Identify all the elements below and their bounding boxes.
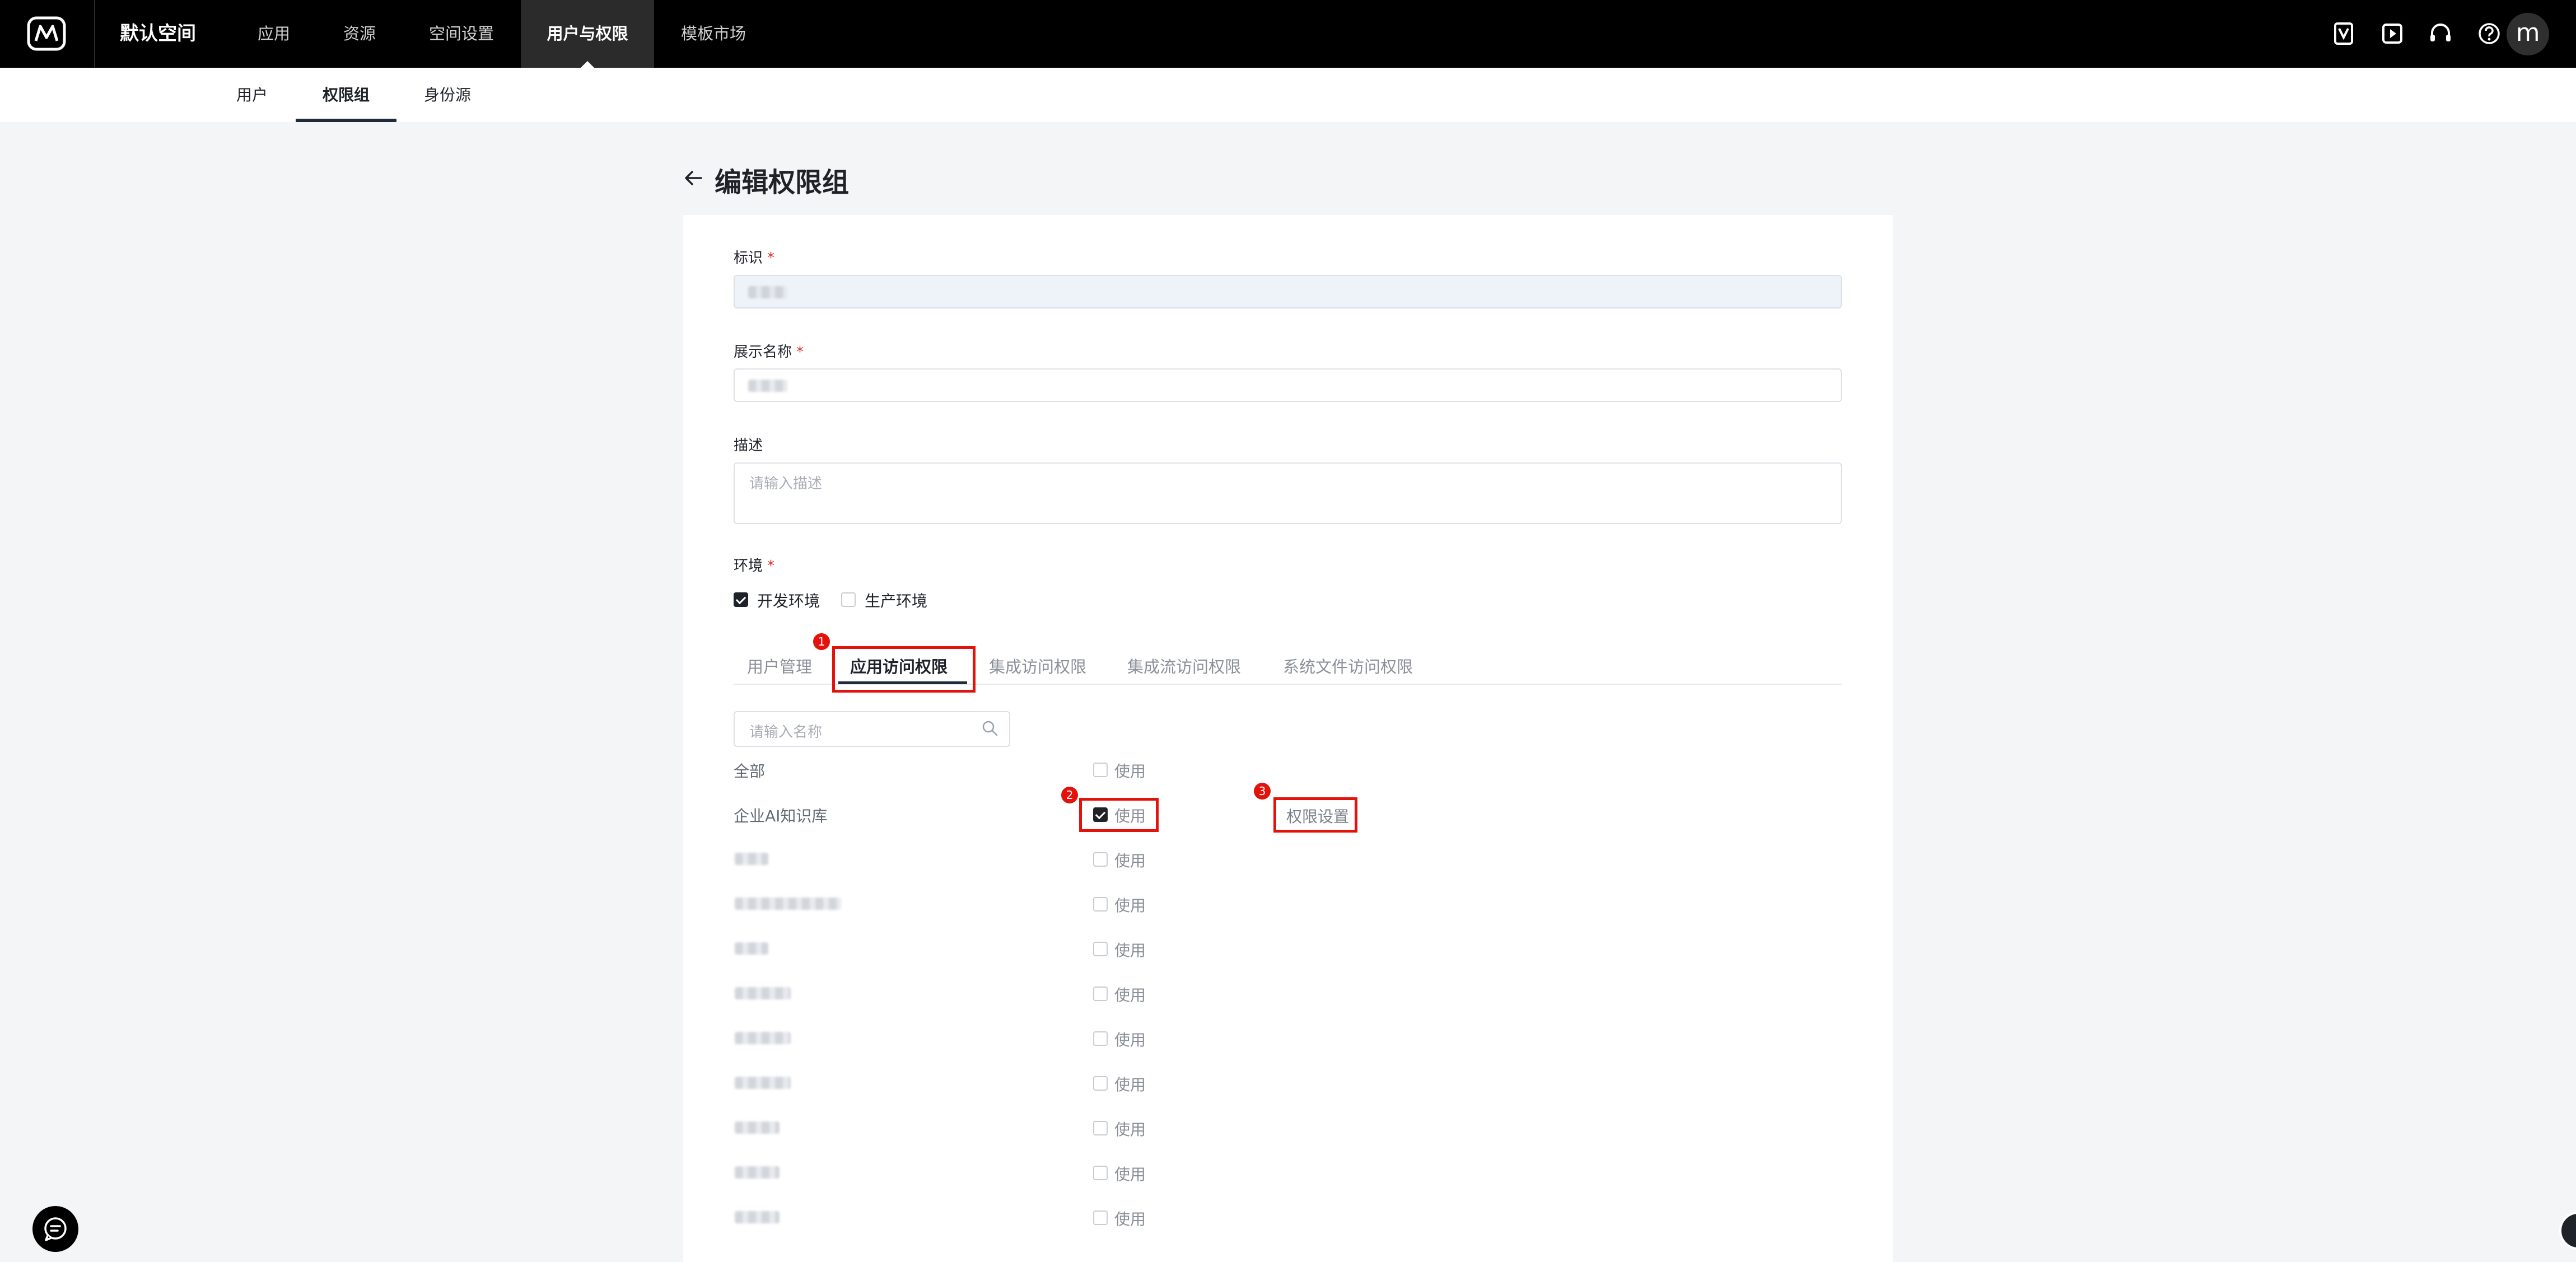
row-use-checkbox[interactable]	[1093, 897, 1108, 912]
user-avatar[interactable]: m	[2507, 13, 2549, 55]
subtab-users[interactable]: 用户	[235, 68, 269, 122]
display-name-label: 展示名称 *	[734, 340, 804, 361]
annotation-badge-1: 1	[813, 633, 830, 650]
row-all-use-label[interactable]: 使用	[1114, 759, 1146, 782]
display-name-input[interactable]	[734, 368, 1842, 402]
id-value-blurred	[748, 286, 787, 298]
app-search-placeholder: 请输入名称	[749, 724, 823, 741]
subtab-identity-sources[interactable]: 身份源	[423, 68, 472, 122]
search-icon[interactable]	[981, 719, 999, 737]
chat-bubble-icon	[44, 1217, 67, 1241]
annotation-badge-2: 2	[1061, 787, 1078, 803]
row-use-label[interactable]: 使用	[1114, 983, 1146, 1006]
logo-icon[interactable]	[27, 16, 66, 51]
nav-users-permissions-label: 用户与权限	[547, 24, 628, 43]
env-dev-label[interactable]: 开发环境	[757, 589, 820, 611]
blurred-row-name	[735, 942, 768, 955]
blurred-row-name	[735, 1211, 780, 1223]
side-assistant-button[interactable]	[2559, 1212, 2576, 1250]
env-dev-checkbox[interactable]	[734, 592, 748, 607]
id-label: 标识 *	[734, 246, 774, 267]
nav-users-permissions[interactable]: 用户与权限	[521, 0, 654, 68]
chat-button[interactable]	[32, 1206, 78, 1252]
help-icon[interactable]	[2476, 21, 2502, 46]
row-use-checkbox[interactable]	[1093, 1031, 1108, 1046]
required-mark: *	[767, 558, 775, 574]
id-label-text: 标识	[734, 250, 763, 267]
tab-integration-flow-access[interactable]: 集成流访问权限	[1127, 654, 1241, 677]
v-badge-icon[interactable]	[2331, 21, 2356, 46]
blurred-row-name	[735, 853, 768, 865]
row-use-label[interactable]: 使用	[1114, 1118, 1146, 1140]
description-placeholder: 请输入描述	[749, 475, 823, 492]
top-navbar: 默认空间 应用 资源 空间设置 用户与权限 模板市场 m	[0, 0, 2576, 68]
row-ai-kb-name: 企业AI知识库	[734, 807, 828, 825]
id-input	[734, 275, 1842, 309]
sub-navbar: 用户 权限组 身份源	[0, 68, 2576, 122]
env-label: 环境 *	[734, 554, 774, 575]
blurred-row-name	[735, 1032, 791, 1044]
subtab-permission-groups[interactable]: 权限组	[296, 68, 396, 122]
tab-system-file-access[interactable]: 系统文件访问权限	[1283, 654, 1413, 677]
nav-active-caret	[581, 61, 594, 68]
play-icon[interactable]	[2379, 21, 2405, 46]
blurred-row-name	[735, 1077, 791, 1089]
row-use-checkbox[interactable]	[1093, 942, 1108, 956]
back-arrow-icon[interactable]	[682, 167, 704, 189]
env-prod-checkbox[interactable]	[841, 592, 856, 607]
blurred-row-name	[735, 1121, 780, 1134]
nav-template-market[interactable]: 模板市场	[681, 0, 746, 68]
description-label: 描述	[734, 437, 763, 454]
blurred-row-name	[735, 1166, 780, 1179]
row-all-use-checkbox[interactable]	[1093, 763, 1108, 777]
row-use-label[interactable]: 使用	[1114, 1028, 1146, 1050]
blurred-row-name	[735, 898, 841, 910]
annotation-badge-3: 3	[1254, 783, 1271, 800]
annotation-box-3	[1273, 797, 1357, 833]
nav-space-settings[interactable]: 空间设置	[429, 0, 494, 68]
row-use-label[interactable]: 使用	[1114, 1162, 1146, 1185]
tab-integration-access[interactable]: 集成访问权限	[989, 654, 1086, 677]
annotation-box-2	[1079, 798, 1159, 832]
tab-user-management[interactable]: 用户管理	[747, 654, 812, 677]
row-use-label[interactable]: 使用	[1114, 894, 1146, 916]
workspace-name[interactable]: 默认空间	[120, 0, 196, 68]
row-use-label[interactable]: 使用	[1114, 1207, 1146, 1230]
required-mark: *	[767, 250, 775, 267]
row-use-label[interactable]: 使用	[1114, 849, 1146, 871]
row-use-checkbox[interactable]	[1093, 1210, 1108, 1225]
required-mark: *	[796, 344, 804, 361]
display-name-label-text: 展示名称	[734, 344, 792, 361]
row-use-checkbox[interactable]	[1093, 1121, 1108, 1135]
env-prod-label[interactable]: 生产环境	[865, 589, 927, 611]
display-name-value-blurred	[748, 380, 787, 392]
page-title: 编辑权限组	[715, 167, 850, 198]
annotation-box-1	[832, 646, 976, 693]
row-use-checkbox[interactable]	[1093, 1166, 1108, 1180]
row-use-label[interactable]: 使用	[1114, 1073, 1146, 1095]
headset-icon[interactable]	[2428, 21, 2453, 46]
env-label-text: 环境	[734, 558, 763, 574]
row-use-checkbox[interactable]	[1093, 1076, 1108, 1091]
nav-apps[interactable]: 应用	[258, 0, 290, 68]
row-use-checkbox[interactable]	[1093, 852, 1108, 867]
blurred-row-name	[735, 987, 791, 999]
nav-resources[interactable]: 资源	[343, 0, 376, 68]
topbar-divider	[94, 0, 95, 68]
row-all-name: 全部	[734, 762, 766, 780]
description-textarea[interactable]	[734, 462, 1842, 524]
row-use-label[interactable]: 使用	[1114, 938, 1146, 961]
row-use-checkbox[interactable]	[1093, 987, 1108, 1001]
